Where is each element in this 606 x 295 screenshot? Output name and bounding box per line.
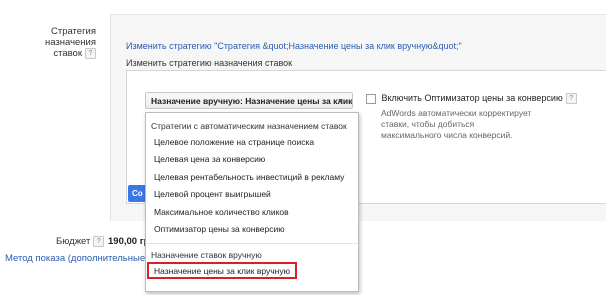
bid-strategy-dropdown: Стратегии с автоматическим назначением с… [145, 112, 359, 292]
optimizer-description-line2: ставки, чтобы добиться [381, 119, 475, 129]
optimizer-description-line3: максимального числа конверсий. [381, 130, 513, 140]
optimizer-checkbox-label: Включить Оптимизатор цены за конверсию [381, 93, 563, 103]
optimizer-option: Включить Оптимизатор цены за конверсию? [366, 93, 577, 105]
optimizer-description-line1: AdWords автоматически корректирует [381, 108, 532, 118]
dropdown-divider [146, 243, 358, 244]
change-strategy-link[interactable]: Изменить стратегию "Стратегия &quot;Назн… [126, 41, 462, 51]
help-icon[interactable]: ? [93, 236, 105, 247]
dropdown-item-enhanced-cpc[interactable]: Оптимизатор цены за конверсию [154, 224, 285, 234]
dropdown-item-target-search-page-location[interactable]: Целевое положение на странице поиска [154, 137, 314, 147]
budget-label: Бюджет? [56, 236, 105, 247]
dropdown-item-target-roas[interactable]: Целевая рентабельность инвестиций в рекл… [154, 172, 344, 182]
strategy-label-line2: ставок [53, 48, 82, 60]
bid-strategy-select[interactable]: Назначение вручную: Назначение цены за к… [145, 92, 353, 109]
save-button-label: Со [132, 189, 143, 198]
delivery-method-link[interactable]: Метод показа (дополнительные н [5, 253, 153, 264]
change-strategy-heading: Изменить стратегию назначения ставок [126, 58, 293, 68]
strategy-label-line1: Стратегия назначения [44, 26, 96, 48]
dropdown-item-target-outranking-share[interactable]: Целевой процент выигрышей [154, 189, 271, 199]
dropdown-item-target-cpa[interactable]: Целевая цена за конверсию [154, 154, 265, 164]
manual-strategies-heading: Назначение ставок вручную [151, 250, 262, 260]
triangle-down-icon: ▼ [337, 98, 344, 105]
dropdown-item-manual-cpc[interactable]: Назначение цены за клик вручную [154, 266, 290, 276]
help-icon[interactable]: ? [85, 48, 96, 59]
strategy-label: Стратегия назначения ставок? [8, 26, 96, 59]
optimizer-description: AdWords автоматически корректирует ставк… [381, 108, 531, 141]
help-icon[interactable]: ? [565, 93, 577, 105]
auto-strategies-heading: Стратегии с автоматическим назначением с… [151, 121, 347, 131]
budget-value: 190,00 гр [108, 236, 150, 247]
optimizer-checkbox[interactable] [366, 93, 376, 104]
dropdown-item-maximize-clicks[interactable]: Максимальное количество кликов [154, 207, 289, 217]
bid-strategy-select-value: Назначение вручную: Назначение цены за к… [151, 96, 353, 106]
